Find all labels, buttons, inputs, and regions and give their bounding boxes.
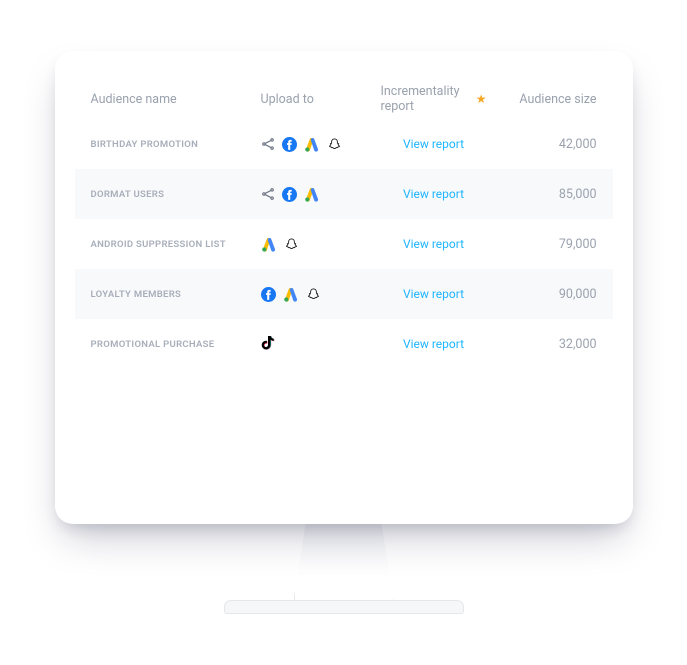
audience-size: 79,000: [487, 237, 597, 252]
monitor-mockup: Audience name Upload to Incrementality r…: [55, 51, 633, 614]
google-ads-icon: [304, 187, 320, 202]
share-icon: [261, 137, 275, 151]
facebook-icon: [261, 287, 276, 302]
table-row: DORMAT USERS View report85,000: [75, 169, 613, 219]
table-row: PROMOTIONAL PURCHASE View report32,000: [75, 319, 613, 369]
facebook-icon: [282, 137, 297, 152]
col-header-size: Audience size: [487, 92, 597, 107]
snapchat-icon: [306, 287, 321, 302]
monitor-stand-base: [224, 600, 464, 614]
google-ads-icon: [304, 137, 320, 152]
snapchat-icon: [284, 237, 299, 252]
audience-size: 90,000: [487, 287, 597, 302]
view-report-link[interactable]: View report: [381, 287, 487, 301]
audience-name: PROMOTIONAL PURCHASE: [91, 339, 261, 350]
audience-name: ANDROID SUPPRESSION LIST: [91, 239, 261, 250]
table-row: BIRTHDAY PROMOTION View report42,000: [75, 119, 613, 169]
audiences-table: Audience name Upload to Incrementality r…: [75, 79, 613, 369]
upload-to-cell: [261, 237, 381, 252]
col-header-report-text: Incrementality report: [381, 84, 472, 114]
table-body: BIRTHDAY PROMOTIONView report42,000DORMA…: [75, 119, 613, 369]
monitor-stand-neck: [294, 524, 394, 600]
col-header-report: Incrementality report ★: [381, 84, 487, 114]
audience-size: 85,000: [487, 187, 597, 202]
col-header-upload: Upload to: [261, 92, 381, 107]
google-ads-icon: [261, 237, 277, 252]
tiktok-icon: [261, 336, 275, 352]
star-icon: ★: [476, 93, 487, 105]
col-header-name: Audience name: [91, 92, 261, 107]
upload-to-cell: [261, 187, 381, 202]
upload-to-cell: [261, 287, 381, 302]
audience-name: LOYALTY MEMBERS: [91, 289, 261, 300]
view-report-link[interactable]: View report: [381, 137, 487, 151]
table-row: ANDROID SUPPRESSION LIST View report79,00…: [75, 219, 613, 269]
view-report-link[interactable]: View report: [381, 337, 487, 351]
snapchat-icon: [327, 137, 342, 152]
facebook-icon: [282, 187, 297, 202]
audience-size: 42,000: [487, 137, 597, 152]
audience-name: BIRTHDAY PROMOTION: [91, 139, 261, 150]
view-report-link[interactable]: View report: [381, 237, 487, 251]
upload-to-cell: [261, 137, 381, 152]
table-row: LOYALTY MEMBERS View report90,000: [75, 269, 613, 319]
table-header: Audience name Upload to Incrementality r…: [75, 79, 613, 119]
google-ads-icon: [283, 287, 299, 302]
screen: Audience name Upload to Incrementality r…: [55, 51, 633, 524]
share-icon: [261, 187, 275, 201]
upload-to-cell: [261, 336, 381, 352]
view-report-link[interactable]: View report: [381, 187, 487, 201]
audience-size: 32,000: [487, 337, 597, 352]
audience-name: DORMAT USERS: [91, 189, 261, 200]
